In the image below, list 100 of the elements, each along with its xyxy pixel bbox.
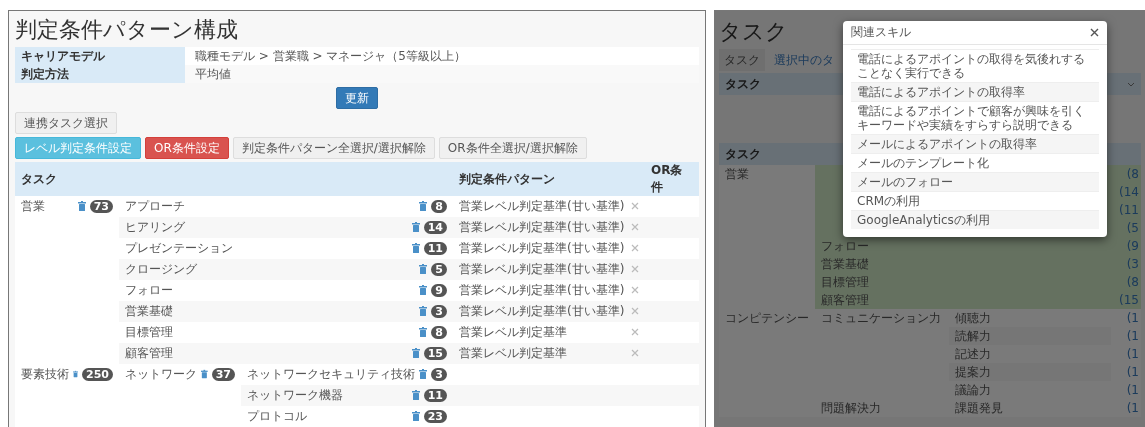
count-text: (1 (1111, 381, 1141, 399)
trash-icon[interactable] (419, 327, 428, 337)
skill-item: 電話によるアポイントの取得率 (851, 82, 1099, 101)
task-name: アプローチ (125, 199, 186, 213)
trash-icon[interactable] (419, 306, 428, 316)
trash-icon[interactable] (419, 369, 428, 379)
count-text: (9 (1111, 237, 1141, 255)
task-name: 目標管理 (821, 275, 869, 289)
pattern-name: 営業レベル判定基準(甘い基準) (459, 220, 626, 234)
trash-icon[interactable] (411, 390, 420, 400)
pattern-name: 営業レベル判定基準(甘い基準) (459, 262, 626, 276)
task-name: 営業基礎 (821, 257, 869, 271)
task-name: フォロー (125, 283, 174, 297)
count-badge: 3 (431, 304, 447, 318)
skill-item: CRMの利用 (851, 191, 1099, 210)
skill-item: GoogleAnalyticsの利用 (851, 210, 1099, 229)
pattern-name: 営業レベル判定基準(甘い基準) (459, 283, 626, 297)
skill-item: メールのテンプレート化 (851, 153, 1099, 172)
skill-item: メールのフォロー (851, 172, 1099, 191)
task-name: 記述力 (955, 347, 991, 361)
count-badge: 23 (423, 409, 447, 423)
category-name: 要素技術 (21, 367, 69, 381)
task-name: 傾聴力 (955, 311, 991, 325)
trash-icon[interactable] (73, 369, 79, 379)
field-label: キャリアモデル (15, 47, 185, 65)
task-name: 提案力 (955, 365, 991, 379)
subcategory-name: コミュニケーション力 (821, 311, 941, 325)
close-icon[interactable] (1090, 28, 1099, 37)
count-badge: 11 (423, 241, 447, 255)
subcategory-name: 問題解決力 (821, 401, 881, 415)
count-text: (1 (1111, 399, 1141, 417)
action-button[interactable]: OR条件全選択/選択解除 (438, 137, 587, 159)
count-badge: 250 (82, 367, 113, 381)
count-text: (15 (1111, 291, 1141, 309)
pattern-name: 営業レベル判定基準 (459, 346, 568, 360)
select-task-button[interactable]: 連携タスク選択 (15, 112, 117, 134)
task-name: 顧客管理 (821, 293, 869, 307)
count-badge: 3 (431, 367, 447, 381)
task-name: ネットワークセキュリティ技術 (247, 367, 416, 381)
skill-item: 電話によるアポイントの取得を気後れすることなく実行できる (851, 49, 1099, 82)
action-button[interactable]: 判定条件パターン全選択/選択解除 (232, 137, 435, 159)
column-header: 判定条件パターン (453, 162, 645, 196)
task-name: 課題発見 (955, 401, 1003, 415)
trash-icon[interactable] (77, 201, 86, 211)
count-badge: 5 (431, 262, 447, 276)
trash-icon[interactable] (411, 243, 420, 253)
category-name: 営業 (21, 199, 46, 213)
pattern-name: 営業レベル判定基準(甘い基準) (459, 199, 626, 213)
task-name: 目標管理 (125, 325, 174, 339)
update-button[interactable]: 更新 (336, 87, 378, 109)
task-name: ヒアリング (125, 220, 186, 234)
count-badge: 14 (423, 220, 447, 234)
task-name: プレゼンテーション (125, 241, 234, 255)
tab[interactable]: 選択中のタ (769, 49, 839, 71)
count-badge: 8 (431, 325, 447, 339)
pattern-name: 営業レベル判定基準(甘い基準) (459, 304, 626, 318)
trash-icon[interactable] (411, 411, 420, 421)
trash-icon[interactable] (411, 222, 420, 232)
action-button[interactable]: OR条件設定 (145, 137, 229, 159)
trash-icon[interactable] (419, 264, 428, 274)
header-text: タスク (725, 145, 761, 163)
task-name: プロトコル (247, 409, 308, 423)
column-header: タスク (15, 162, 453, 196)
count-badge: 37 (211, 367, 235, 381)
count-text: (14 (1111, 183, 1141, 201)
header-text: タスク (725, 75, 761, 93)
task-name: 顧客管理 (125, 346, 174, 360)
category-name: 営業 (725, 167, 749, 181)
trash-icon[interactable] (419, 201, 428, 211)
count-text: (11 (1111, 201, 1141, 219)
skill-item: メールによるアポイントの取得率 (851, 134, 1099, 153)
count-text: (1 (1111, 309, 1141, 327)
count-text: (8 (1111, 165, 1141, 183)
trash-icon[interactable] (411, 348, 420, 358)
page-title: 判定条件パターン構成 (15, 17, 238, 43)
count-text: (5 (1111, 219, 1141, 237)
field-value: 平均値 (185, 65, 699, 83)
skill-item: 電話によるアポイントで顧客が興味を引くキーワードや実績をすらすら説明できる (851, 101, 1099, 134)
trash-icon[interactable] (419, 285, 428, 295)
column-header: OR条件 (645, 162, 699, 196)
count-text: (1 (1111, 345, 1141, 363)
count-text: (3 (1111, 255, 1141, 273)
page-title: タスク (719, 19, 788, 45)
trash-icon[interactable] (201, 369, 208, 379)
count-text: (1 (1111, 327, 1141, 345)
count-badge: 73 (89, 199, 113, 213)
count-badge: 11 (423, 388, 447, 402)
task-name: 議論力 (955, 383, 991, 397)
count-badge: 8 (431, 199, 447, 213)
count-text: (8 (1111, 273, 1141, 291)
count-text: (1 (1111, 363, 1141, 381)
task-name: クロージング (125, 262, 198, 276)
field-label: 判定方法 (15, 65, 185, 83)
tab[interactable]: タスク (719, 49, 765, 71)
pattern-name: 営業レベル判定基準 (459, 325, 568, 339)
task-name: ネットワーク機器 (247, 388, 344, 402)
chevron-icon (1127, 81, 1135, 87)
task-name: 営業基礎 (125, 304, 174, 318)
subcategory-name: ネットワーク (125, 367, 197, 381)
pattern-name: 営業レベル判定基準(甘い基準) (459, 241, 626, 255)
